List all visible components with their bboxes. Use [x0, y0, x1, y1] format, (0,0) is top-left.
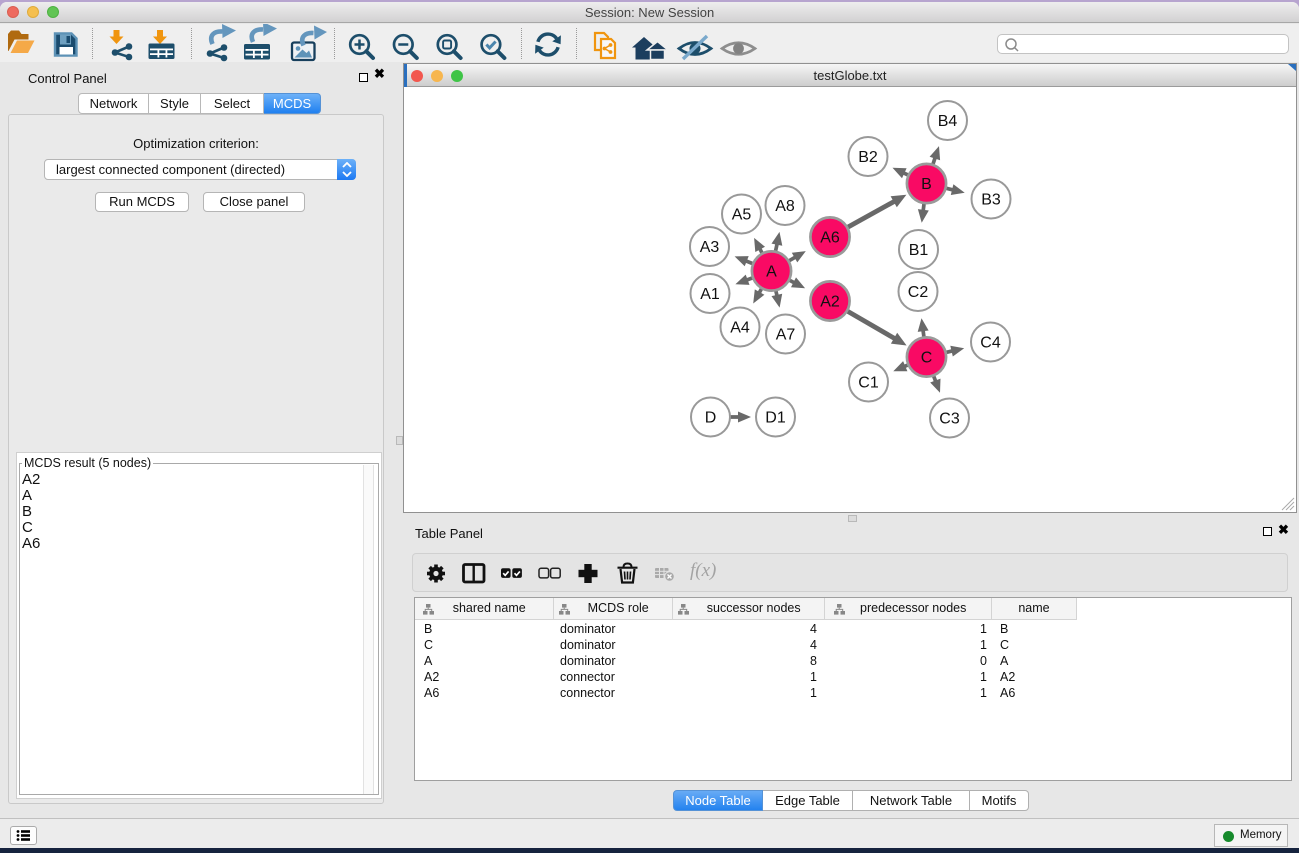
svg-text:A1: A1 [700, 286, 720, 303]
svg-text:A2: A2 [820, 294, 840, 311]
svg-text:C3: C3 [939, 411, 960, 428]
svg-text:A6: A6 [820, 230, 840, 247]
svg-text:C2: C2 [908, 284, 929, 301]
svg-text:A7: A7 [776, 327, 796, 344]
svg-text:B2: B2 [858, 149, 878, 166]
svg-text:D1: D1 [765, 410, 786, 427]
svg-text:B1: B1 [909, 242, 929, 259]
svg-text:B: B [921, 176, 932, 193]
svg-text:C4: C4 [980, 335, 1001, 352]
svg-text:D: D [705, 410, 717, 427]
svg-text:A8: A8 [775, 198, 795, 215]
svg-text:A4: A4 [730, 320, 750, 337]
svg-text:A3: A3 [700, 239, 720, 256]
svg-text:B3: B3 [981, 192, 1001, 209]
svg-text:B4: B4 [938, 113, 958, 130]
svg-text:A: A [766, 264, 777, 281]
svg-text:C: C [921, 350, 933, 367]
svg-text:A5: A5 [732, 207, 752, 224]
svg-text:C1: C1 [858, 375, 879, 392]
